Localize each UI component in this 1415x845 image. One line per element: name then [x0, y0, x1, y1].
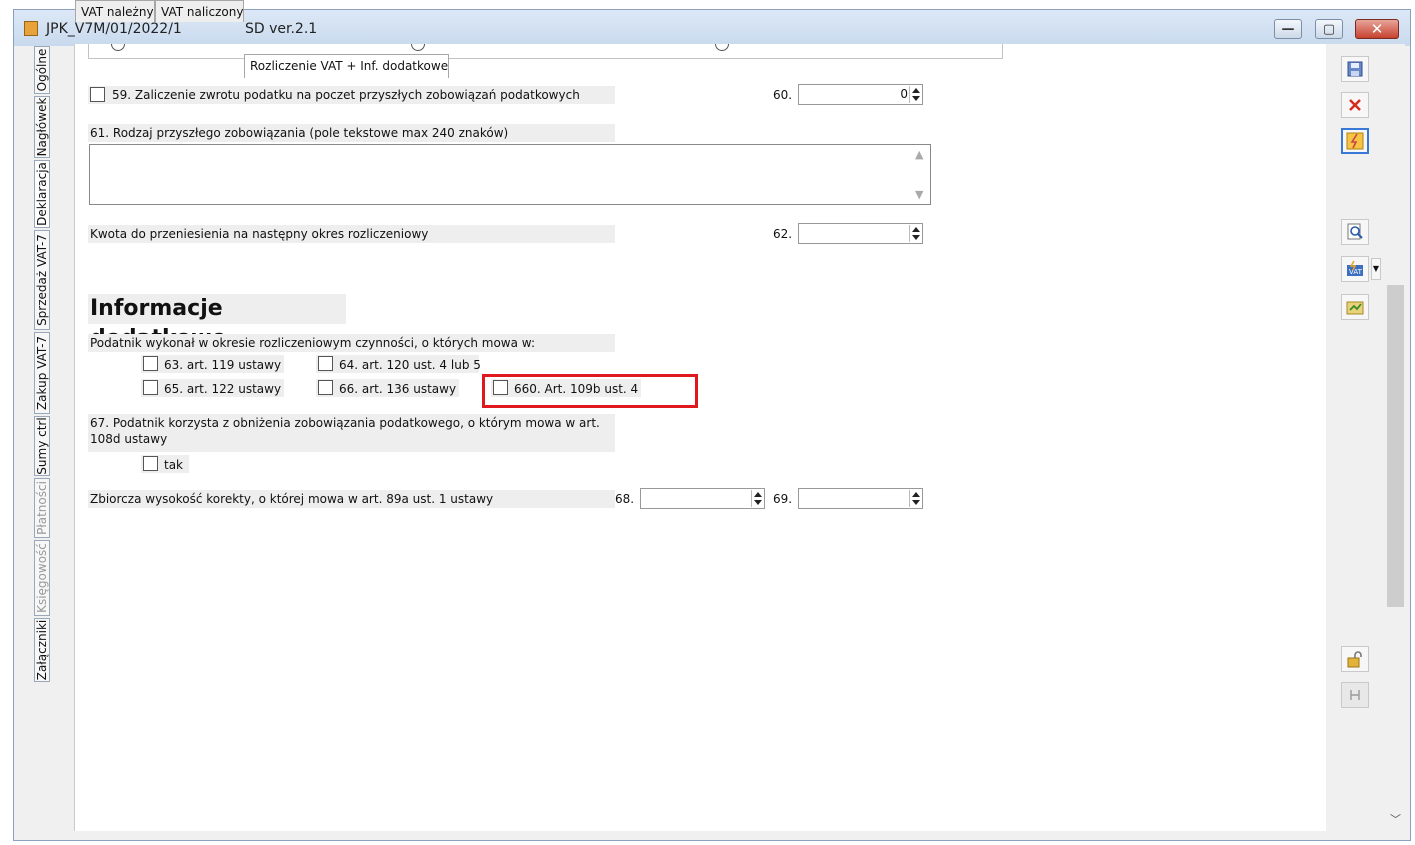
field-60-input[interactable]: 0 [798, 84, 923, 105]
side-tab-deklaracja[interactable]: Deklaracja [34, 160, 50, 228]
window-version: SD ver.2.1 [245, 21, 318, 37]
spinner-arrows[interactable] [909, 86, 921, 103]
side-tab-zalaczniki[interactable]: Załączniki [34, 618, 50, 682]
field-67-option-label: tak [164, 458, 184, 472]
section-title: Informacje dodatkowe [88, 294, 346, 351]
option-63-label: 63. art. 119 ustawy [164, 358, 282, 372]
kwota-label: Kwota do przeniesienia na następny okres… [88, 225, 615, 243]
option-65-label: 65. art. 122 ustawy [164, 382, 282, 396]
option-64-label: 64. art. 120 ust. 4 lub 5 [339, 358, 481, 372]
calculate-button[interactable] [1341, 128, 1369, 154]
main-scrollbar[interactable]: ﹀ [1386, 44, 1405, 831]
pin-icon [1350, 690, 1360, 700]
save-icon [1347, 61, 1363, 77]
field-59-checkbox[interactable] [90, 87, 105, 102]
pin-button[interactable] [1341, 682, 1369, 708]
tab-vat-naliczony[interactable]: VAT naliczony [155, 0, 244, 22]
field-67-checkbox[interactable] [143, 456, 158, 471]
minimize-button[interactable]: — [1274, 19, 1302, 39]
field-69-label: 69. [773, 492, 793, 506]
vat-button[interactable]: VAT [1341, 256, 1369, 282]
svg-text:VAT: VAT [1349, 268, 1363, 276]
info-intro: Podatnik wykonał w okresie rozliczeniowy… [88, 334, 615, 352]
delete-button[interactable] [1341, 92, 1369, 118]
option-66-label: 66. art. 136 ustawy [339, 382, 457, 396]
radio-option[interactable] [111, 44, 125, 51]
side-tab-sprzedaz[interactable]: Sprzedaż VAT-7 [34, 230, 50, 330]
spinner-arrows[interactable] [909, 225, 921, 242]
field-68-input[interactable] [640, 488, 765, 509]
maximize-icon: ▢ [1322, 21, 1336, 37]
radio-option[interactable] [411, 44, 425, 51]
spinner-arrows[interactable] [751, 490, 763, 507]
side-tab-naglowek[interactable]: Nagłówek [34, 96, 50, 158]
field-67-label: 67. Podatnik korzysta z obniżenia zobowi… [88, 414, 615, 452]
side-tab-platnosci: Płatności [34, 478, 50, 538]
side-tab-ogolne[interactable]: Ogólne [34, 46, 50, 94]
right-toolbar [1326, 44, 1386, 831]
field-60-value: 0 [900, 87, 908, 101]
scroll-down-icon[interactable]: ﹀ [1390, 811, 1401, 827]
spinner-arrows[interactable] [909, 490, 921, 507]
preview-icon [1347, 223, 1363, 240]
unlock-icon [1347, 651, 1362, 668]
close-icon: ✕ [1370, 20, 1384, 38]
maximize-button[interactable]: ▢ [1315, 19, 1343, 39]
calculate-icon [1346, 132, 1364, 150]
window-title: JPK_V7M/01/2022/1 [46, 21, 182, 37]
textarea-scrollbar[interactable]: ▲ ▼ [912, 146, 929, 203]
option-66-checkbox[interactable] [318, 380, 333, 395]
field-61-textarea[interactable]: ▲ ▼ [89, 144, 931, 205]
previous-section-frame [88, 44, 1003, 59]
option-64-checkbox[interactable] [318, 356, 333, 371]
option-65-checkbox[interactable] [143, 380, 158, 395]
save-button[interactable] [1341, 56, 1369, 82]
field-68-label: 68. [615, 492, 635, 506]
delete-icon [1349, 99, 1361, 111]
chevron-down-icon: ▼ [1372, 264, 1380, 273]
field-59-label: 59. Zaliczenie zwrotu podatku na poczet … [112, 88, 580, 102]
tab-vat-nalezny[interactable]: VAT należny [75, 0, 155, 22]
scroll-up-icon: ▲ [915, 148, 924, 161]
side-tab-zakup[interactable]: Zakup VAT-7 [34, 332, 50, 414]
field-60-label: 60. [773, 88, 793, 102]
vat-icon: VAT [1347, 260, 1363, 276]
side-tab-sumy-ctrl[interactable]: Sumy ctrl [34, 416, 50, 476]
field-62-input[interactable] [798, 223, 923, 244]
close-button[interactable]: ✕ [1355, 19, 1399, 39]
side-tab-ksiegowosc: Księgowość [34, 540, 50, 616]
minimize-icon: — [1281, 21, 1295, 37]
preview-button[interactable] [1341, 219, 1369, 245]
export-icon [1346, 301, 1364, 315]
field-62-label: 62. [773, 227, 793, 241]
document-icon [24, 21, 38, 36]
unlock-button[interactable] [1341, 646, 1369, 672]
scrollbar-thumb[interactable] [1387, 285, 1404, 607]
highlight-box [482, 374, 698, 408]
option-63-checkbox[interactable] [143, 356, 158, 371]
field-69-input[interactable] [798, 488, 923, 509]
vat-dropdown-button[interactable]: ▼ [1371, 258, 1381, 280]
field-61-label: 61. Rodzaj przyszłego zobowiązania (pole… [88, 124, 615, 142]
tab-rozliczenie-vat[interactable]: Rozliczenie VAT + Inf. dodatkowe [244, 54, 449, 78]
export-button[interactable] [1341, 294, 1369, 320]
scroll-down-icon: ▼ [915, 188, 924, 201]
korekta-label: Zbiorcza wysokość korekty, o której mowa… [88, 490, 615, 508]
radio-option[interactable] [715, 44, 729, 51]
